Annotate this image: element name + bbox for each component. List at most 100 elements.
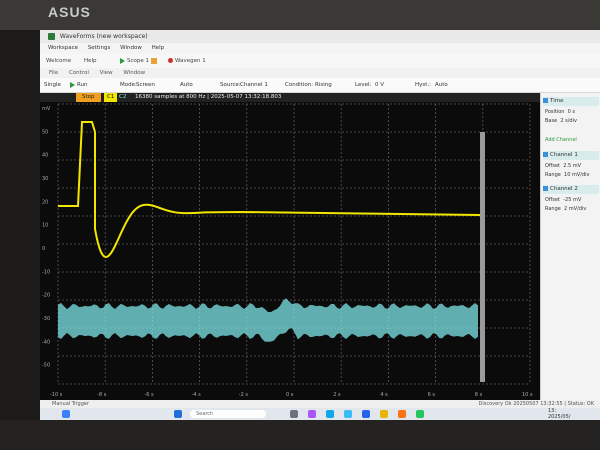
menu-view[interactable]: View xyxy=(100,70,113,76)
plot-background xyxy=(40,102,540,400)
file-explorer-icon[interactable] xyxy=(380,410,388,418)
window-title-bar: WaveForms (new workspace) xyxy=(40,30,600,43)
status-right: Discovery Ok 20250507 13:32:55 | Status:… xyxy=(478,401,595,407)
start-icon[interactable] xyxy=(174,410,182,418)
single-button[interactable]: Single xyxy=(44,78,61,92)
level-label: Level: xyxy=(355,82,372,88)
scope-header: Stop C1 C2 16380 samples at 800 Hz | 202… xyxy=(40,93,540,102)
menu-help[interactable]: Help xyxy=(152,45,165,51)
stop-status: Stop xyxy=(76,93,101,102)
menu-settings[interactable]: Settings xyxy=(88,45,111,51)
channel1-section[interactable]: Channel 1 xyxy=(543,151,599,160)
mail-icon[interactable] xyxy=(362,410,370,418)
time-section[interactable]: Time xyxy=(543,97,599,106)
window-title: WaveForms (new workspace) xyxy=(59,33,148,40)
wavegen-icon xyxy=(168,58,173,63)
mode-label: Mode: xyxy=(120,82,137,88)
mode-select[interactable]: Screen xyxy=(136,78,155,92)
scope-svg[interactable]: mV 50 40 30 20 10 0 -10 -20 -30 -40 -50 -10 s -8 s -6… xyxy=(40,102,540,400)
x-tick-label: 2 s xyxy=(333,392,341,398)
x-tick-label: 10 s xyxy=(522,392,533,398)
play-icon xyxy=(120,57,125,64)
y-tick-label: -20 xyxy=(42,293,50,299)
screen: WaveForms (new workspace) Workspace Sett… xyxy=(40,30,600,420)
scope-menu: File Control View Window xyxy=(40,68,600,78)
condition-label: Condition: xyxy=(285,82,314,88)
x-tick-label: 4 s xyxy=(380,392,388,398)
channel2-checkbox-icon xyxy=(543,186,548,191)
clock: 13: 2025/05/ xyxy=(548,408,570,420)
y-tick-label: -40 xyxy=(42,339,50,345)
time-position: Position 0 s xyxy=(545,109,576,115)
taskbar-search[interactable]: Search xyxy=(190,410,266,418)
tab-scope[interactable]: Scope 1 xyxy=(120,54,158,68)
y-tick-label: 0 xyxy=(42,246,45,252)
x-tick-label: -6 s xyxy=(144,392,154,398)
y-tick-label: -50 xyxy=(42,363,50,369)
condition-select[interactable]: Rising xyxy=(315,78,332,92)
tab-wavegen[interactable]: Wavegen 1 xyxy=(168,54,206,68)
channel2-range: Range 2 mV/div xyxy=(545,206,587,212)
x-tick-label: -4 s xyxy=(192,392,202,398)
level-input[interactable]: 0 V xyxy=(375,78,384,92)
y-tick-label: 10 xyxy=(42,223,48,229)
y-tick-label: 30 xyxy=(42,176,48,182)
waveforms-taskbar-icon[interactable] xyxy=(416,410,424,418)
y-tick-label: 50 xyxy=(42,129,48,135)
trigger-toolbar: Single Run Mode: Screen Auto Source: Cha… xyxy=(40,78,600,93)
laptop-lid: ASUS xyxy=(0,0,600,30)
menu-workspace[interactable]: Workspace xyxy=(48,45,78,51)
add-channel-button[interactable]: Add Channel xyxy=(545,137,577,143)
scope-plot[interactable]: mV 50 40 30 20 10 0 -10 -20 -30 -40 -50 -10 s -8 s -6… xyxy=(40,102,540,400)
x-tick-label: 6 s xyxy=(428,392,436,398)
asus-logo: ASUS xyxy=(48,4,91,20)
time-base: Base 2 s/div xyxy=(545,118,577,124)
y-tick-label: 20 xyxy=(42,199,48,205)
status-left: Manual Trigger xyxy=(52,401,90,407)
app-icon[interactable] xyxy=(398,410,406,418)
channel1-checkbox-icon xyxy=(543,152,548,157)
x-tick-label: -10 s xyxy=(50,392,63,398)
hyst-label: Hyst.: xyxy=(415,82,432,88)
settings-panel: Time Position 0 s Base 2 s/div Add Chann… xyxy=(540,93,600,400)
menu-bar: Workspace Settings Window Help xyxy=(40,43,600,54)
menu-window[interactable]: Window xyxy=(120,45,142,51)
source-select[interactable]: Channel 1 xyxy=(240,78,268,92)
windows-taskbar: Search 13: 2025/05/ xyxy=(40,408,600,420)
close-tab-icon[interactable] xyxy=(151,57,158,64)
y-tick-label: mV xyxy=(42,106,51,112)
x-tick-label: -2 s xyxy=(239,392,249,398)
tab-welcome[interactable]: Welcome xyxy=(46,54,71,68)
run-icon xyxy=(70,81,75,88)
menu-file[interactable]: File xyxy=(49,70,58,76)
channel1-tag[interactable]: C1 xyxy=(104,93,118,102)
x-tick-label: -8 s xyxy=(97,392,107,398)
channel2-section[interactable]: Channel 2 xyxy=(543,185,599,194)
status-bar: Manual Trigger Discovery Ok 20250507 13:… xyxy=(40,400,600,408)
store-icon[interactable] xyxy=(344,410,352,418)
instrument-tabs: Welcome Help Scope 1 Wavegen 1 xyxy=(40,54,600,68)
x-tick-label: 8 s xyxy=(475,392,483,398)
auto-select[interactable]: Auto xyxy=(180,78,193,92)
checkbox-icon xyxy=(543,98,548,103)
cursor-bar[interactable] xyxy=(480,132,485,382)
laptop-bezel-bottom xyxy=(0,420,600,450)
hyst-select[interactable]: Auto xyxy=(435,78,448,92)
menu-window-scope[interactable]: Window xyxy=(123,70,145,76)
x-tick-label: 0 s xyxy=(286,392,294,398)
menu-control[interactable]: Control xyxy=(69,70,89,76)
run-button[interactable]: Run xyxy=(70,78,88,92)
source-label: Source: xyxy=(220,82,241,88)
y-tick-label: 40 xyxy=(42,153,48,159)
channel2-tag[interactable]: C2 xyxy=(119,93,126,102)
channel1-offset: Offset 2.5 mV xyxy=(545,163,582,169)
edge-icon[interactable] xyxy=(326,410,334,418)
tab-help[interactable]: Help xyxy=(84,54,97,68)
task-view-icon[interactable] xyxy=(290,410,298,418)
waveforms-logo-icon xyxy=(48,33,55,40)
acquisition-info: 16380 samples at 800 Hz | 2025-05-07 13:… xyxy=(135,94,282,100)
y-tick-label: -30 xyxy=(42,316,50,322)
widgets-icon[interactable] xyxy=(62,410,70,418)
bezel-left xyxy=(0,30,40,420)
copilot-icon[interactable] xyxy=(308,410,316,418)
